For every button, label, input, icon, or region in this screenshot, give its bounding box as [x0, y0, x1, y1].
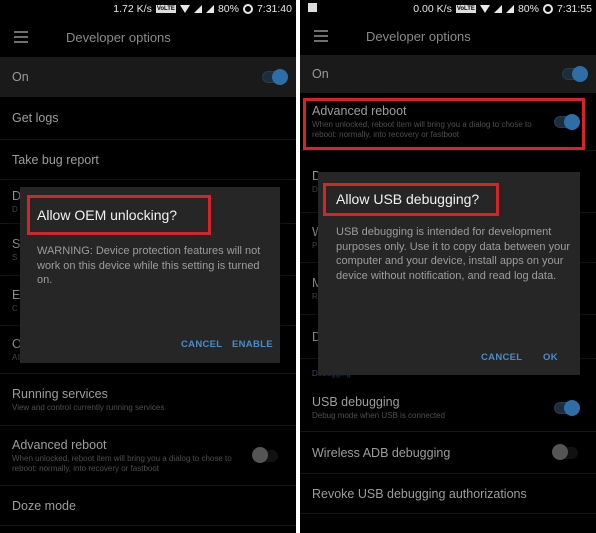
dialog-title: Allow USB debugging? [336, 191, 480, 207]
item-title: Advanced reboot [12, 437, 107, 452]
advanced-reboot-toggle[interactable] [252, 446, 278, 463]
volte-icon: VoLTE [455, 4, 476, 13]
page-title: Developer options [66, 29, 171, 45]
master-switch-row[interactable]: On [300, 55, 596, 93]
usb-debugging-dialog: Allow USB debugging? USB debugging is in… [318, 172, 580, 375]
list-item-advanced-reboot[interactable]: Advanced reboot When unlocked, reboot it… [0, 426, 296, 486]
list-item-get-logs[interactable]: Get logs [0, 97, 296, 140]
signal-icon [193, 4, 202, 13]
dialog-message: WARNING: Device protection features will… [37, 245, 261, 286]
battery-percent: 80% [517, 2, 539, 15]
master-switch-label: On [312, 67, 329, 81]
item-title: Take bug report [12, 152, 99, 167]
page-title: Developer options [366, 28, 471, 44]
toolbar: Developer options [300, 17, 596, 55]
item-subtitle: Debug mode when USB is connected [312, 410, 445, 420]
list-item-usb-debugging[interactable]: USB debugging Debug mode when USB is con… [300, 384, 596, 432]
network-speed: 1.72 K/s [113, 2, 152, 15]
dialog-title: Allow OEM unlocking? [37, 207, 178, 223]
volte-icon: VoLTE [155, 4, 176, 13]
image-notification-icon [308, 3, 317, 12]
list-item-revoke-usb[interactable]: Revoke USB debugging authorizations [300, 474, 596, 514]
master-switch-row[interactable]: On [0, 57, 296, 97]
enable-button[interactable]: ENABLE [232, 339, 273, 350]
master-switch-label: On [12, 70, 29, 84]
hamburger-icon[interactable] [14, 31, 28, 43]
item-title: Wireless ADB debugging [312, 445, 451, 460]
item-subtitle: When unlocked, reboot item will bring yo… [12, 453, 232, 473]
item-title: USB debugging [312, 394, 400, 409]
clock: 7:31:40 [256, 2, 292, 15]
toolbar: Developer options [0, 17, 296, 57]
item-title: Doze mode [12, 498, 76, 513]
item-title: Running services [12, 386, 108, 401]
wifi-icon [479, 4, 490, 13]
master-toggle[interactable] [562, 66, 588, 82]
cancel-button[interactable]: CANCEL [481, 352, 522, 363]
usb-debugging-toggle[interactable] [554, 399, 580, 416]
wifi-icon [179, 4, 190, 13]
left-screenshot: 1.72 K/s VoLTE 80% 7:31:40 Developer opt… [0, 0, 296, 533]
highlight-box-advanced-reboot [303, 98, 585, 150]
list-item-doze-mode[interactable]: Doze mode [0, 486, 296, 526]
list-item-wireless-adb[interactable]: Wireless ADB debugging [300, 432, 596, 474]
item-subtitle: View and control currently running servi… [12, 402, 165, 412]
signal-icon-2 [505, 4, 514, 13]
cancel-button[interactable]: CANCEL [181, 339, 222, 350]
master-toggle[interactable] [262, 69, 288, 85]
clock: 7:31:55 [556, 2, 592, 15]
status-bar: 0.00 K/s VoLTE 80% 7:31:55 [300, 0, 596, 17]
right-screenshot: 0.00 K/s VoLTE 80% 7:31:55 Developer opt… [300, 0, 596, 533]
status-bar: 1.72 K/s VoLTE 80% 7:31:40 [0, 0, 296, 17]
signal-icon-2 [205, 4, 214, 13]
battery-icon [242, 3, 253, 14]
battery-icon [542, 3, 553, 14]
list-item-take-bug-report[interactable]: Take bug report [0, 140, 296, 180]
wireless-adb-toggle[interactable] [552, 443, 578, 460]
item-title: Revoke USB debugging authorizations [312, 486, 527, 501]
item-title: Get logs [12, 111, 59, 125]
battery-percent: 80% [217, 2, 239, 15]
signal-icon [493, 4, 502, 13]
network-speed: 0.00 K/s [413, 2, 452, 15]
oem-unlock-dialog: Allow OEM unlocking? WARNING: Device pro… [20, 187, 280, 363]
dialog-message: USB debugging is intended for developmen… [336, 226, 570, 282]
list-item-running-services[interactable]: Running services View and control curren… [0, 374, 296, 426]
ok-button[interactable]: OK [543, 352, 558, 363]
hamburger-icon[interactable] [314, 30, 328, 42]
